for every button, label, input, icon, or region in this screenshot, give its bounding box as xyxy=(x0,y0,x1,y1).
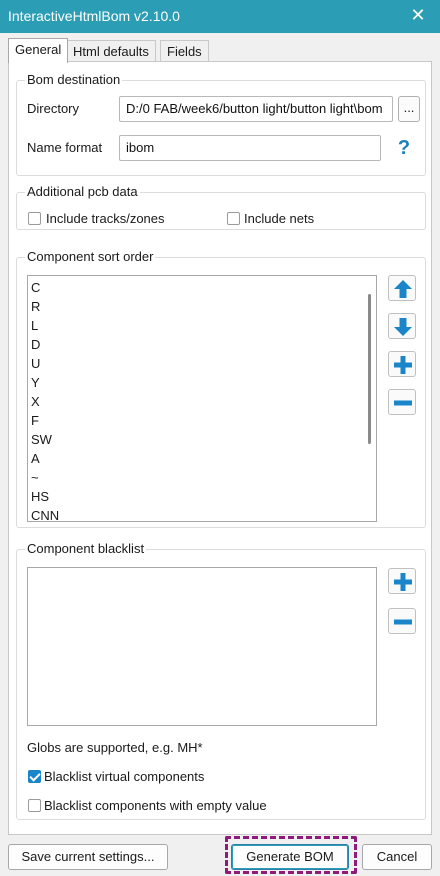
directory-field[interactable]: D:/0 FAB/week6/button light/button light… xyxy=(119,96,393,122)
list-item[interactable]: SW xyxy=(31,430,52,449)
blacklist-virtual-checkbox[interactable] xyxy=(28,770,41,783)
list-item[interactable]: D xyxy=(31,335,40,354)
list-item[interactable]: Y xyxy=(31,373,40,392)
list-item[interactable]: C xyxy=(31,278,40,297)
tab-fields[interactable]: Fields xyxy=(160,40,209,62)
move-up-button[interactable] xyxy=(388,275,416,301)
window-title: InteractiveHtmlBom v2.10.0 xyxy=(8,8,180,24)
list-item[interactable]: U xyxy=(31,354,40,373)
cancel-button[interactable]: Cancel xyxy=(362,844,432,870)
help-icon[interactable]: ? xyxy=(393,136,415,160)
additional-pcb-title: Additional pcb data xyxy=(25,184,140,199)
sort-order-title: Component sort order xyxy=(25,249,156,264)
directory-label: Directory xyxy=(27,101,80,116)
blacklist-group: Component blacklist Globs are supported,… xyxy=(16,541,426,820)
list-item[interactable]: X xyxy=(31,392,40,411)
blacklist-empty-checkbox[interactable] xyxy=(28,799,41,812)
list-item[interactable]: ~ xyxy=(31,468,39,487)
list-item[interactable]: F xyxy=(31,411,39,430)
globs-hint: Globs are supported, e.g. MH* xyxy=(27,740,203,755)
scrollbar[interactable] xyxy=(368,294,371,444)
blacklist-virtual-label: Blacklist virtual components xyxy=(44,769,205,784)
include-nets-label: Include nets xyxy=(244,211,315,226)
add-blacklist-button[interactable] xyxy=(388,568,416,594)
browse-button[interactable]: ... xyxy=(398,96,420,122)
generate-bom-highlight xyxy=(225,836,357,874)
list-item[interactable]: R xyxy=(31,297,40,316)
blacklist-empty-label: Blacklist components with empty value xyxy=(44,798,267,813)
list-item[interactable]: HS xyxy=(31,487,49,506)
name-format-field[interactable]: ibom xyxy=(119,135,381,161)
list-item[interactable]: L xyxy=(31,316,38,335)
title-bar: InteractiveHtmlBom v2.10.0 ✕ xyxy=(0,0,440,33)
sort-order-list[interactable]: C R L D U Y X F SW A ~ HS CNN xyxy=(27,275,377,522)
add-sort-button[interactable] xyxy=(388,351,416,377)
arrow-down-icon xyxy=(394,318,412,336)
blacklist-list[interactable] xyxy=(27,567,377,726)
list-item[interactable]: A xyxy=(31,449,40,468)
save-settings-button[interactable]: Save current settings... xyxy=(8,844,168,870)
bom-destination-group: Bom destination Directory D:/0 FAB/week6… xyxy=(16,72,426,176)
plus-icon xyxy=(394,356,412,374)
plus-icon xyxy=(394,573,412,591)
arrow-up-icon xyxy=(394,280,412,298)
include-tracks-checkbox[interactable] xyxy=(28,212,41,225)
additional-pcb-group: Additional pcb data Include tracks/zones… xyxy=(16,184,426,230)
remove-sort-button[interactable] xyxy=(388,389,416,415)
move-down-button[interactable] xyxy=(388,313,416,339)
list-item[interactable]: CNN xyxy=(31,506,59,521)
minus-icon xyxy=(394,619,412,625)
include-tracks-label: Include tracks/zones xyxy=(46,211,165,226)
tab-html-defaults[interactable]: Html defaults xyxy=(66,40,156,62)
remove-blacklist-button[interactable] xyxy=(388,608,416,634)
bom-destination-title: Bom destination xyxy=(25,72,123,87)
minus-icon xyxy=(394,400,412,406)
general-panel: Bom destination Directory D:/0 FAB/week6… xyxy=(8,61,432,835)
blacklist-title: Component blacklist xyxy=(25,541,147,556)
tab-general[interactable]: General xyxy=(8,38,69,63)
close-icon[interactable]: ✕ xyxy=(410,5,426,25)
sort-order-group: Component sort order C R L D U Y X F SW … xyxy=(16,249,426,528)
include-nets-checkbox[interactable] xyxy=(227,212,240,225)
name-format-label: Name format xyxy=(27,140,103,155)
